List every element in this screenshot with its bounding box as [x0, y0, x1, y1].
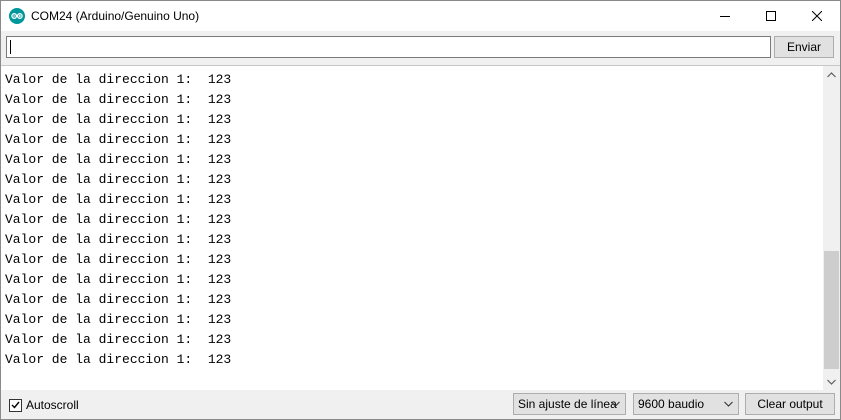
output-line: Valor de la direccion 1: 123 [5, 292, 232, 307]
maximize-button[interactable] [748, 1, 794, 31]
line-ending-value: Sin ajuste de línea [518, 397, 617, 411]
output-line: Valor de la direccion 1: 123 [5, 192, 232, 207]
chevron-down-icon [724, 401, 733, 407]
send-bar: Enviar [1, 32, 840, 64]
title-bar: COM24 (Arduino/Genuino Uno) [1, 1, 840, 31]
output-line: Valor de la direccion 1: 123 [5, 172, 232, 187]
text-caret [10, 40, 11, 54]
baud-rate-value: 9600 baudio [638, 397, 705, 411]
close-button[interactable] [794, 1, 840, 31]
minimize-button[interactable] [702, 1, 748, 31]
chevron-up-icon [827, 71, 836, 77]
vertical-scrollbar[interactable] [823, 66, 840, 390]
maximize-icon [766, 11, 776, 21]
status-bar: Autoscroll Sin ajuste de línea 9600 baud… [1, 390, 840, 419]
close-icon [812, 11, 822, 21]
output-line: Valor de la direccion 1: 123 [5, 352, 232, 367]
autoscroll-toggle[interactable]: Autoscroll [9, 397, 79, 413]
output-line: Valor de la direccion 1: 123 [5, 92, 232, 107]
output-line: Valor de la direccion 1: 123 [5, 252, 232, 267]
checkmark-icon [11, 401, 20, 409]
send-button[interactable]: Enviar [774, 36, 834, 58]
chevron-down-icon [611, 401, 620, 407]
serial-output[interactable]: Valor de la direccion 1: 123 Valor de la … [1, 65, 840, 391]
scroll-up-button[interactable] [823, 66, 840, 83]
output-line: Valor de la direccion 1: 123 [5, 272, 232, 287]
line-ending-select[interactable]: Sin ajuste de línea [513, 393, 626, 415]
output-line: Valor de la direccion 1: 123 [5, 312, 232, 327]
scroll-down-button[interactable] [823, 373, 840, 390]
output-line: Valor de la direccion 1: 123 [5, 212, 232, 227]
output-line: Valor de la direccion 1: 123 [5, 332, 232, 347]
clear-output-button[interactable]: Clear output [745, 393, 835, 415]
send-input[interactable] [6, 36, 771, 58]
output-line: Valor de la direccion 1: 123 [5, 232, 232, 247]
window-title: COM24 (Arduino/Genuino Uno) [31, 9, 200, 23]
output-lines: Valor de la direccion 1: 123 Valor de la … [5, 70, 815, 370]
minimize-icon [720, 16, 730, 17]
serial-monitor-window: COM24 (Arduino/Genuino Uno) Enviar Valor… [0, 0, 841, 420]
autoscroll-checkbox[interactable] [9, 398, 22, 412]
output-line: Valor de la direccion 1: 123 [5, 112, 232, 127]
chevron-down-icon [827, 379, 836, 385]
baud-rate-select[interactable]: 9600 baudio [633, 393, 739, 415]
output-line: Valor de la direccion 1: 123 [5, 152, 232, 167]
scrollbar-thumb[interactable] [824, 251, 839, 369]
arduino-logo-icon [9, 8, 25, 24]
output-line: Valor de la direccion 1: 123 [5, 132, 232, 147]
autoscroll-label: Autoscroll [26, 398, 79, 412]
output-line: Valor de la direccion 1: 123 [5, 72, 232, 87]
